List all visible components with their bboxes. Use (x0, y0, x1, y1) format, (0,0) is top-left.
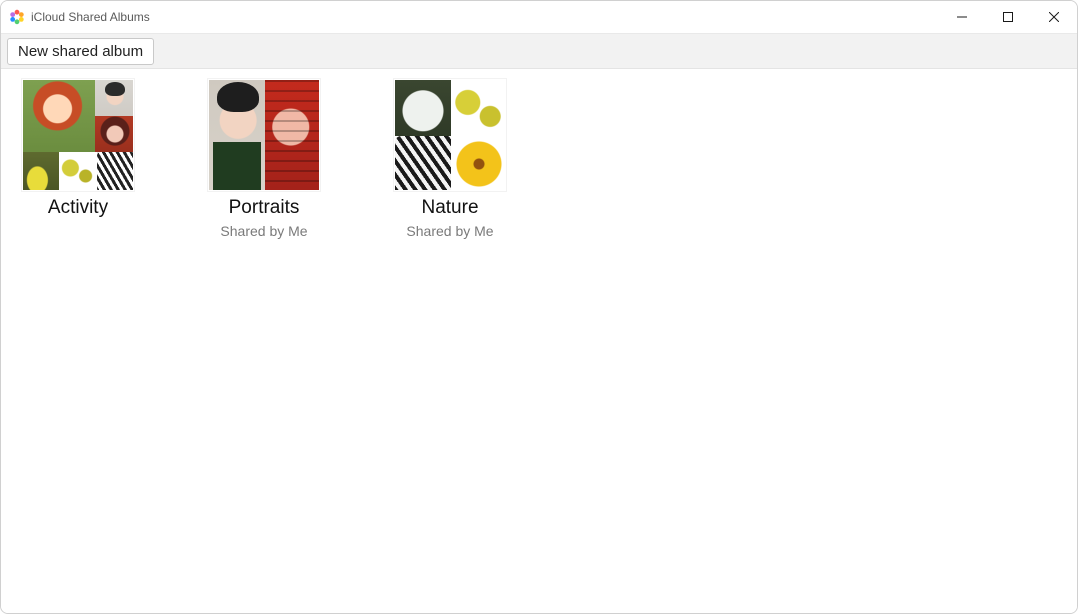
toolbar: New shared album (1, 33, 1077, 69)
close-button[interactable] (1031, 1, 1077, 32)
album-subtitle: Shared by Me (220, 223, 307, 239)
album-title: Activity (48, 197, 108, 219)
album-activity[interactable]: Activity (13, 79, 143, 219)
new-shared-album-button[interactable]: New shared album (7, 38, 154, 65)
window-title: iCloud Shared Albums (31, 10, 150, 24)
album-thumbnail (22, 79, 134, 191)
window-controls (939, 1, 1077, 32)
maximize-button[interactable] (985, 1, 1031, 32)
titlebar: iCloud Shared Albums (1, 1, 1077, 33)
minimize-button[interactable] (939, 1, 985, 32)
album-nature[interactable]: Nature Shared by Me (385, 79, 515, 239)
album-thumbnail (394, 79, 506, 191)
app-window: iCloud Shared Albums New shared album Ac… (0, 0, 1078, 614)
album-subtitle: Shared by Me (406, 223, 493, 239)
titlebar-left: iCloud Shared Albums (9, 9, 939, 25)
album-title: Portraits (229, 197, 300, 219)
album-thumbnail (208, 79, 320, 191)
album-portraits[interactable]: Portraits Shared by Me (199, 79, 329, 239)
album-title: Nature (421, 197, 478, 219)
albums-grid: Activity Portraits Shared by Me Nature S… (1, 69, 1077, 613)
photos-app-icon (9, 9, 25, 25)
